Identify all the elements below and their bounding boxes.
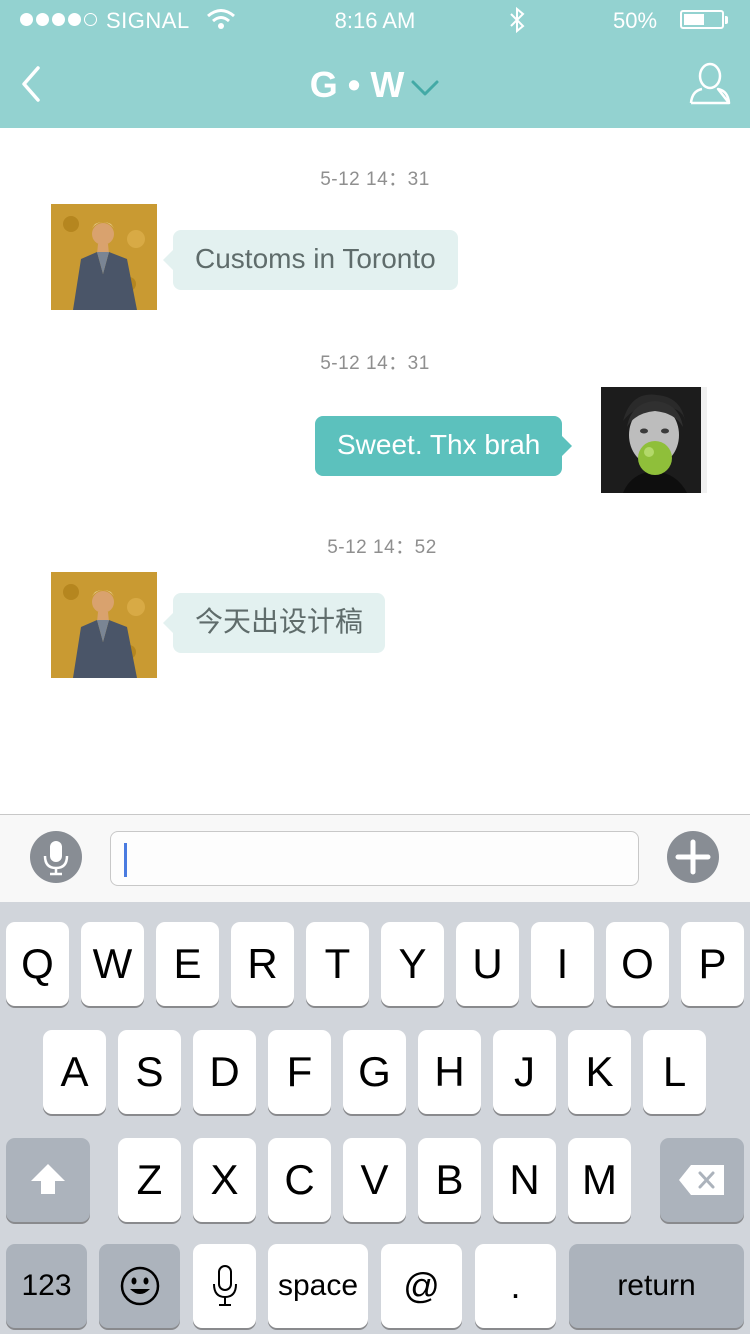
chevron-down-icon [410, 66, 440, 108]
my-avatar[interactable] [601, 387, 707, 493]
app-header: SIGNAL 8:16 AM 50% G • W [0, 0, 750, 128]
voice-input-button[interactable] [30, 831, 82, 883]
numbers-key[interactable]: 123 [6, 1244, 87, 1328]
key-m[interactable]: M [568, 1138, 631, 1222]
message-input-bar [0, 814, 750, 902]
profile-button[interactable] [688, 62, 732, 106]
key-r[interactable]: R [231, 922, 294, 1006]
key-a[interactable]: A [43, 1030, 106, 1114]
chat-area[interactable]: 5-12 14：31 Customs in Toronto 5-12 14：31… [0, 128, 750, 814]
battery-percent: 50% [613, 8, 658, 33]
message-timestamp: 5-12 14：31 [320, 169, 430, 190]
status-bar: SIGNAL 8:16 AM 50% [0, 0, 750, 40]
key-z[interactable]: Z [118, 1138, 181, 1222]
microphone-icon [43, 841, 69, 876]
key-t[interactable]: T [306, 922, 369, 1006]
key-s[interactable]: S [118, 1030, 181, 1114]
space-key[interactable]: space [268, 1244, 368, 1328]
plus-icon [675, 839, 711, 875]
person-icon [689, 62, 731, 105]
dictation-key[interactable] [193, 1244, 256, 1328]
message-bubble-outgoing[interactable]: Sweet. Thx brah [315, 416, 573, 476]
text-caret [124, 843, 127, 877]
key-p[interactable]: P [681, 922, 744, 1006]
attach-button[interactable] [667, 831, 719, 883]
backspace-icon [679, 1165, 724, 1195]
key-e[interactable]: E [156, 922, 219, 1006]
key-j[interactable]: J [493, 1030, 556, 1114]
key-l[interactable]: L [643, 1030, 706, 1114]
key-d[interactable]: D [193, 1030, 256, 1114]
shift-key[interactable] [6, 1138, 90, 1222]
key-k[interactable]: K [568, 1030, 631, 1114]
bluetooth-icon [508, 6, 526, 39]
key-y[interactable]: Y [381, 922, 444, 1006]
keyboard: Q W E R T Y U I O P A S D F G H J K L Z … [0, 902, 750, 1334]
key-b[interactable]: B [418, 1138, 481, 1222]
message-input[interactable] [110, 831, 639, 886]
key-w[interactable]: W [81, 922, 144, 1006]
key-n[interactable]: N [493, 1138, 556, 1222]
key-o[interactable]: O [606, 922, 669, 1006]
key-i[interactable]: I [531, 922, 594, 1006]
message-timestamp: 5-12 14：31 [320, 353, 430, 374]
key-g[interactable]: G [343, 1030, 406, 1114]
key-f[interactable]: F [268, 1030, 331, 1114]
key-v[interactable]: V [343, 1138, 406, 1222]
key-h[interactable]: H [418, 1030, 481, 1114]
conversation-title-text: G • W [309, 64, 405, 105]
key-x[interactable]: X [193, 1138, 256, 1222]
at-key[interactable]: @ [381, 1244, 462, 1328]
message-timestamp: 5-12 14：52 [327, 537, 437, 558]
contact-avatar[interactable] [51, 572, 157, 678]
key-q[interactable]: Q [6, 922, 69, 1006]
key-c[interactable]: C [268, 1138, 331, 1222]
conversation-title[interactable]: G • W [0, 64, 750, 108]
key-u[interactable]: U [456, 922, 519, 1006]
message-bubble-incoming[interactable]: Customs in Toronto [163, 230, 458, 290]
contact-avatar[interactable] [51, 204, 157, 310]
return-key[interactable]: return [569, 1244, 744, 1328]
shift-arrow-icon [31, 1164, 65, 1194]
smiley-icon [120, 1266, 159, 1306]
delete-key[interactable] [660, 1138, 744, 1222]
message-bubble-incoming[interactable]: 今天出设计稿 [162, 593, 386, 653]
battery-icon [680, 10, 728, 29]
microphone-icon [212, 1265, 237, 1306]
emoji-key[interactable] [99, 1244, 180, 1328]
period-key[interactable]: . [475, 1244, 556, 1328]
